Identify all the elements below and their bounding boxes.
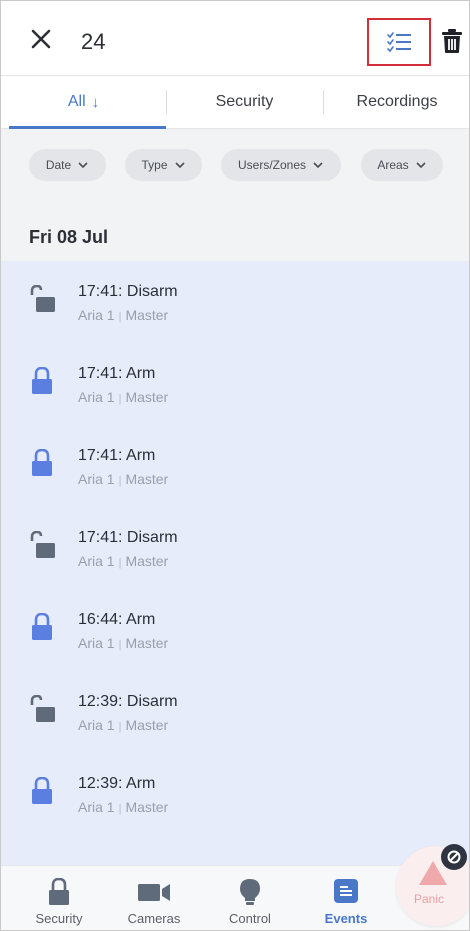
event-area: Aria 1 — [78, 307, 115, 323]
events-screen: 24 All ↓ Security Recordings Date Type U… — [0, 0, 470, 931]
list-item[interactable]: 12:39: Arm Aria 1 | Master — [1, 753, 469, 835]
top-bar: 24 — [1, 1, 469, 75]
filter-type[interactable]: Type — [125, 149, 202, 181]
chevron-down-icon — [416, 162, 426, 169]
filter-bar: Date Type Users/Zones Areas — [1, 129, 469, 209]
date-group-label: Fri 08 Jul — [29, 227, 109, 247]
event-area: Aria 1 — [78, 553, 115, 569]
select-all-button[interactable] — [367, 18, 431, 66]
event-area: Aria 1 — [78, 717, 115, 733]
lock-icon — [49, 878, 69, 905]
close-icon — [31, 29, 51, 49]
nav-security-label: Security — [35, 911, 83, 926]
separator: | — [118, 639, 122, 651]
tab-all[interactable]: All ↓ — [1, 76, 166, 129]
event-title: 17:41: Disarm — [78, 283, 178, 300]
list-item[interactable]: 17:41: Arm Aria 1 | Master — [1, 425, 469, 507]
nav-events-label: Events — [324, 911, 368, 926]
delete-button[interactable] — [439, 27, 465, 55]
event-subtitle: Aria 1 | Master — [78, 635, 168, 651]
trash-icon — [442, 29, 462, 53]
list-item[interactable]: 17:41: Arm Aria 1 | Master — [1, 343, 469, 425]
event-title: 16:44: Arm — [78, 611, 156, 628]
tab-recordings-label: Recordings — [356, 93, 438, 110]
selected-count: 24 — [81, 29, 106, 54]
separator: | — [118, 311, 122, 323]
locked-icon — [32, 449, 52, 476]
event-title: 12:39: Disarm — [78, 693, 178, 710]
event-tabs: All ↓ Security Recordings — [1, 75, 469, 129]
event-subtitle: Aria 1 | Master — [78, 717, 168, 733]
event-subtitle: Aria 1 | Master — [78, 307, 168, 323]
nav-cameras-label: Cameras — [127, 911, 181, 926]
camera-icon — [138, 884, 170, 901]
unlocked-icon — [30, 695, 55, 722]
filter-date-label: Date — [45, 158, 72, 172]
filter-type-label: Type — [141, 158, 168, 172]
nav-cameras[interactable]: Cameras — [109, 866, 199, 930]
locked-icon — [32, 613, 52, 640]
separator: | — [118, 721, 122, 733]
disabled-icon — [447, 850, 461, 864]
tab-recordings[interactable]: Recordings — [323, 76, 469, 128]
event-area: Aria 1 — [78, 471, 115, 487]
date-group-header: Fri 08 Jul — [1, 209, 469, 261]
sort-arrow-icon: ↓ — [91, 93, 100, 111]
event-area: Aria 1 — [78, 799, 115, 815]
locked-icon — [32, 777, 52, 804]
event-title: 12:39: Arm — [78, 775, 156, 792]
unlocked-icon — [30, 285, 55, 312]
nav-control[interactable]: Control — [205, 866, 295, 930]
event-subtitle: Aria 1 | Master — [78, 553, 168, 569]
panic-label: Panic — [414, 892, 445, 906]
unlocked-icon — [30, 531, 55, 558]
locked-icon — [32, 367, 52, 394]
event-subtitle: Aria 1 | Master — [78, 471, 168, 487]
panic-disabled-badge — [441, 844, 467, 870]
chevron-down-icon — [78, 162, 88, 169]
separator: | — [118, 475, 122, 487]
chevron-down-icon — [313, 162, 323, 169]
events-list: 17:41: Disarm Aria 1 | Master 17:41: Arm A… — [1, 261, 469, 865]
list-item[interactable]: 17:41: Disarm Aria 1 | Master — [1, 261, 469, 343]
list-item[interactable]: 12:39: Disarm Aria 1 | Master — [1, 671, 469, 753]
filter-areas[interactable]: Areas — [361, 149, 443, 181]
event-user: Master — [125, 635, 169, 651]
list-item[interactable]: 17:41: Disarm Aria 1 | Master — [1, 507, 469, 589]
filter-users-zones-label: Users/Zones — [237, 158, 307, 172]
event-title: 17:41: Disarm — [78, 529, 178, 546]
event-subtitle: Aria 1 | Master — [78, 389, 168, 405]
filter-areas-label: Areas — [377, 158, 409, 172]
nav-security[interactable]: Security — [14, 866, 104, 930]
bulb-icon — [240, 879, 260, 905]
tab-security[interactable]: Security — [166, 76, 323, 128]
filter-users-zones[interactable]: Users/Zones — [221, 149, 341, 181]
event-title: 17:41: Arm — [78, 447, 156, 464]
event-area: Aria 1 — [78, 389, 115, 405]
event-user: Master — [125, 389, 169, 405]
event-user: Master — [125, 471, 169, 487]
nav-control-label: Control — [229, 911, 271, 926]
events-icon — [334, 879, 358, 903]
event-area: Aria 1 — [78, 635, 115, 651]
event-subtitle: Aria 1 | Master — [78, 799, 168, 815]
event-user: Master — [125, 553, 169, 569]
separator: | — [118, 803, 122, 815]
filter-date[interactable]: Date — [29, 149, 106, 181]
tab-all-label: All — [67, 93, 86, 110]
checklist-icon — [387, 32, 411, 53]
tab-security-label: Security — [215, 93, 274, 110]
list-item[interactable]: 16:44: Arm Aria 1 | Master — [1, 589, 469, 671]
chevron-down-icon — [174, 162, 185, 169]
event-user: Master — [125, 307, 169, 323]
event-title: 17:41: Arm — [78, 365, 156, 382]
separator: | — [118, 557, 122, 569]
separator: | — [118, 393, 122, 405]
event-user: Master — [125, 799, 169, 815]
close-button[interactable] — [29, 27, 53, 51]
event-user: Master — [125, 717, 169, 733]
nav-events[interactable]: Events — [301, 866, 391, 930]
